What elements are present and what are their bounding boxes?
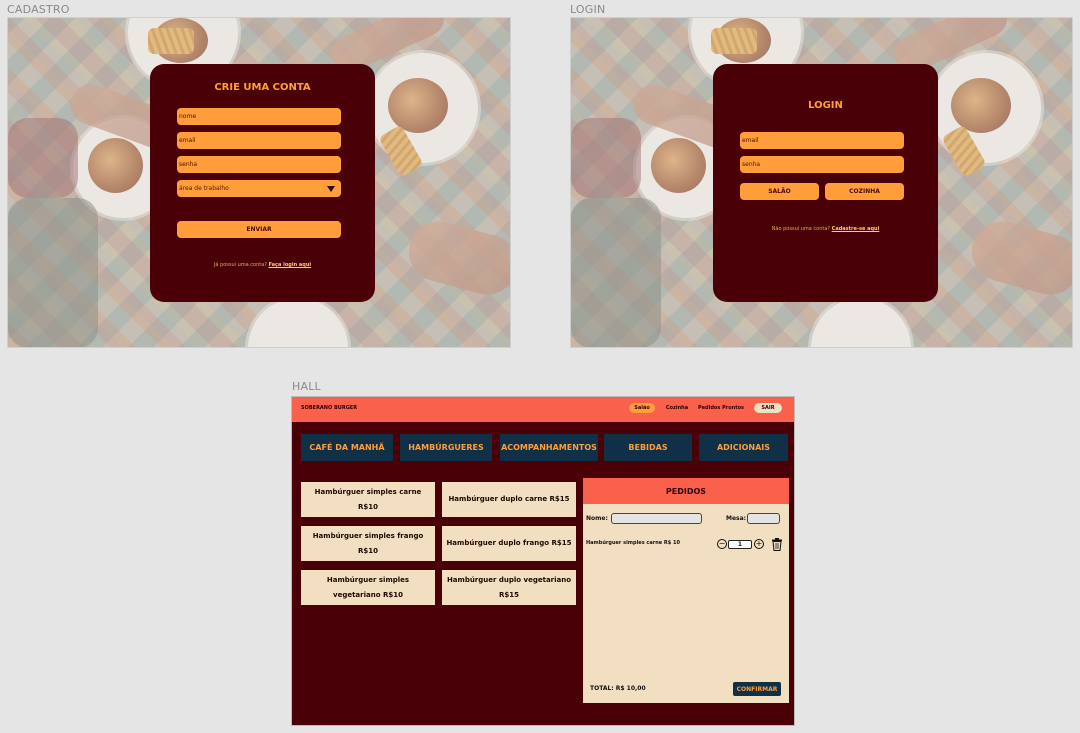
category-acompanhamentos[interactable]: ACOMPANHAMENTOS (500, 434, 598, 461)
brand-name: SOBERANO BURGER (301, 405, 358, 411)
quantity-field[interactable]: 1 (728, 540, 752, 549)
work-area-label: área de trabalho (179, 185, 229, 192)
menu-item[interactable]: Hambúrguer simples frango R$10 (301, 526, 435, 561)
nav-cozinha[interactable]: Cozinha (663, 403, 691, 413)
signup-title: CRIE UMA CONTA (214, 82, 311, 93)
signup-prompt-text: Não possui uma conta? (771, 226, 831, 232)
signup-prompt: Não possui uma conta? Cadastre-se aqui (713, 226, 938, 232)
order-total: TOTAL: R$ 10,00 (590, 685, 646, 692)
hall-header: SOBERANO BURGER Salão Cozinha Pedidos Pr… (292, 397, 794, 422)
login-frame-label: LOGIN (570, 3, 606, 16)
menu-item[interactable]: Hambúrguer simples vegetariano R$10 (301, 570, 435, 605)
customer-name-input[interactable] (611, 513, 702, 524)
customer-name-label: Nome: (586, 515, 608, 522)
login-card: LOGIN SALÃO COZINHA Não possui uma conta… (713, 64, 938, 302)
cozinha-button[interactable]: COZINHA (825, 183, 904, 200)
email-field[interactable] (177, 132, 341, 149)
salao-button[interactable]: SALÃO (740, 183, 819, 200)
category-bebidas[interactable]: BEBIDAS (604, 434, 692, 461)
menu-item[interactable]: Hambúrguer duplo carne R$15 (442, 482, 576, 517)
category-adicionais[interactable]: ADICIONAIS (699, 434, 788, 461)
login-title: LOGIN (808, 100, 843, 111)
hall-screen: SOBERANO BURGER Salão Cozinha Pedidos Pr… (291, 396, 795, 726)
password-field[interactable] (740, 156, 904, 173)
login-link[interactable]: Faça login aqui (269, 262, 312, 268)
trash-icon[interactable] (771, 538, 783, 551)
email-field[interactable] (740, 132, 904, 149)
increase-quantity-button[interactable]: + (754, 539, 764, 549)
orders-panel: PEDIDOS Nome: Mesa: Hambúrguer simples c… (583, 478, 789, 703)
table-label: Mesa: (726, 515, 747, 522)
signup-card: CRIE UMA CONTA área de trabalho ENVIAR J… (150, 64, 375, 302)
chevron-down-icon (327, 186, 335, 192)
nav-pedidos-prontos[interactable]: Pedidos Prontos (696, 403, 746, 413)
password-field[interactable] (177, 156, 341, 173)
decrease-quantity-button[interactable]: − (717, 539, 727, 549)
menu-item[interactable]: Hambúrguer duplo vegetariano R$15 (442, 570, 576, 605)
signup-link[interactable]: Cadastre-se aqui (832, 226, 880, 232)
hall-frame-label: HALL (292, 380, 321, 393)
name-field[interactable] (177, 108, 341, 125)
cadastro-frame-label: CADASTRO (7, 3, 70, 16)
submit-button[interactable]: ENVIAR (177, 221, 341, 238)
table-input[interactable] (747, 513, 780, 524)
nav-salao[interactable]: Salão (629, 403, 655, 413)
work-area-select[interactable]: área de trabalho (177, 180, 341, 197)
login-prompt-text: Já possui uma conta? (213, 262, 267, 268)
category-hamburgueres[interactable]: HAMBÚRGUERES (400, 434, 492, 461)
menu-item[interactable]: Hambúrguer simples carne R$10 (301, 482, 435, 517)
orders-title: PEDIDOS (583, 478, 789, 504)
logout-button[interactable]: SAIR (754, 403, 782, 413)
login-prompt: Já possui uma conta? Faça login aqui (150, 262, 375, 268)
menu-item[interactable]: Hambúrguer duplo frango R$15 (442, 526, 576, 561)
order-line-item: Hambúrguer simples carne R$ 10 (586, 540, 680, 546)
confirm-order-button[interactable]: CONFIRMAR (733, 682, 781, 696)
category-cafe-da-manha[interactable]: CAFÉ DA MANHÃ (301, 434, 393, 461)
